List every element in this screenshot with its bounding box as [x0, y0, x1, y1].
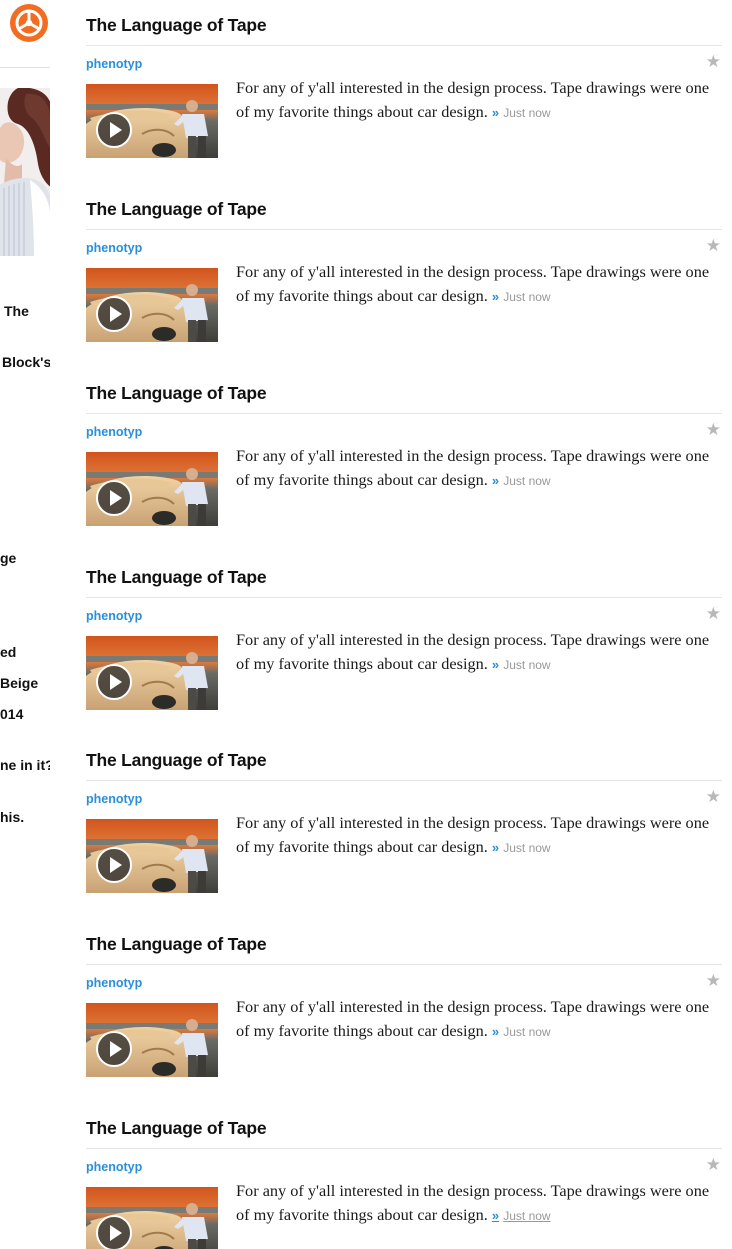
read-more-link[interactable]: »	[492, 1024, 499, 1039]
brand-logo-icon[interactable]	[9, 3, 49, 43]
post-card: The Language of Tape phenotyp ★ For any …	[86, 368, 722, 548]
play-icon[interactable]	[96, 1031, 132, 1067]
post-text: For any of y'all interested in the desig…	[236, 444, 722, 493]
star-icon[interactable]: ★	[706, 972, 721, 990]
post-title[interactable]: The Language of Tape	[86, 199, 267, 220]
video-thumbnail[interactable]	[86, 452, 218, 526]
read-more-link[interactable]: »	[492, 840, 499, 855]
post-divider	[86, 1148, 722, 1149]
post-body: For any of y'all interested in the desig…	[236, 997, 710, 1040]
read-more-link[interactable]: »	[492, 289, 499, 304]
post-timestamp[interactable]: Just now	[503, 474, 550, 488]
post-title[interactable]: The Language of Tape	[86, 1118, 267, 1139]
post-title[interactable]: The Language of Tape	[86, 567, 267, 588]
read-more-link[interactable]: »	[492, 1208, 499, 1223]
post-author-link[interactable]: phenotyp	[86, 241, 142, 255]
play-icon[interactable]	[96, 664, 132, 700]
read-more-link[interactable]: »	[492, 105, 499, 120]
post-card: The Language of Tape phenotyp ★ For any …	[86, 1103, 722, 1249]
video-thumbnail[interactable]	[86, 819, 218, 893]
video-thumbnail[interactable]	[86, 1003, 218, 1077]
sidebar: The Block's ge ed Beige 014 ne in it? hi…	[0, 0, 50, 1249]
post-timestamp[interactable]: Just now	[503, 658, 550, 672]
post-body: For any of y'all interested in the desig…	[236, 1181, 710, 1224]
sidebar-text-fragment[interactable]: ed	[0, 644, 16, 660]
sidebar-text-fragment[interactable]: Beige	[0, 675, 38, 691]
sidebar-text-fragment[interactable]: Block's	[2, 354, 50, 370]
post-title[interactable]: The Language of Tape	[86, 15, 267, 36]
star-icon[interactable]: ★	[706, 421, 721, 439]
post-title[interactable]: The Language of Tape	[86, 383, 267, 404]
sidebar-text-fragment[interactable]: ne in it?	[0, 757, 50, 773]
post-card: The Language of Tape phenotyp ★ For any …	[86, 919, 722, 1099]
star-icon[interactable]: ★	[706, 53, 721, 71]
post-divider	[86, 597, 722, 598]
post-card: The Language of Tape phenotyp ★ For any …	[86, 735, 722, 915]
post-body: For any of y'all interested in the desig…	[236, 813, 710, 856]
post-timestamp[interactable]: Just now	[503, 1025, 550, 1039]
star-icon[interactable]: ★	[706, 788, 721, 806]
sidebar-text-fragment[interactable]: his.	[0, 809, 24, 825]
post-title[interactable]: The Language of Tape	[86, 750, 267, 771]
sidebar-text-fragment[interactable]: The	[4, 303, 29, 319]
sidebar-text-fragment[interactable]: ge	[0, 550, 16, 566]
post-author-link[interactable]: phenotyp	[86, 1160, 142, 1174]
play-icon[interactable]	[96, 112, 132, 148]
post-text: For any of y'all interested in the desig…	[236, 1179, 722, 1228]
post-text: For any of y'all interested in the desig…	[236, 76, 722, 125]
post-card: The Language of Tape phenotyp ★ For any …	[86, 184, 722, 364]
sidebar-divider	[0, 67, 50, 68]
post-divider	[86, 229, 722, 230]
post-timestamp[interactable]: Just now	[503, 841, 550, 855]
post-author-link[interactable]: phenotyp	[86, 425, 142, 439]
post-text: For any of y'all interested in the desig…	[236, 811, 722, 860]
play-icon[interactable]	[96, 480, 132, 516]
post-body: For any of y'all interested in the desig…	[236, 446, 710, 489]
post-timestamp[interactable]: Just now	[503, 290, 550, 304]
post-author-link[interactable]: phenotyp	[86, 57, 142, 71]
play-icon[interactable]	[96, 296, 132, 332]
post-divider	[86, 45, 722, 46]
star-icon[interactable]: ★	[706, 605, 721, 623]
post-author-link[interactable]: phenotyp	[86, 976, 142, 990]
star-icon[interactable]: ★	[706, 1156, 721, 1174]
post-text: For any of y'all interested in the desig…	[236, 995, 722, 1044]
post-author-link[interactable]: phenotyp	[86, 609, 142, 623]
play-icon[interactable]	[96, 847, 132, 883]
post-divider	[86, 780, 722, 781]
post-body: For any of y'all interested in the desig…	[236, 630, 710, 673]
post-text: For any of y'all interested in the desig…	[236, 260, 722, 309]
read-more-link[interactable]: »	[492, 473, 499, 488]
video-thumbnail[interactable]	[86, 84, 218, 158]
post-body: For any of y'all interested in the desig…	[236, 78, 710, 121]
post-divider	[86, 413, 722, 414]
post-card: The Language of Tape phenotyp ★ For any …	[86, 0, 722, 180]
post-text: For any of y'all interested in the desig…	[236, 628, 722, 677]
star-icon[interactable]: ★	[706, 237, 721, 255]
post-author-link[interactable]: phenotyp	[86, 792, 142, 806]
play-icon[interactable]	[96, 1215, 132, 1249]
post-card: The Language of Tape phenotyp ★ For any …	[86, 552, 722, 732]
read-more-link[interactable]: »	[492, 657, 499, 672]
post-timestamp[interactable]: Just now	[503, 1209, 550, 1223]
post-title[interactable]: The Language of Tape	[86, 934, 267, 955]
video-thumbnail[interactable]	[86, 636, 218, 710]
post-body: For any of y'all interested in the desig…	[236, 262, 710, 305]
sidebar-feature-image[interactable]	[0, 88, 50, 256]
post-timestamp[interactable]: Just now	[503, 106, 550, 120]
video-thumbnail[interactable]	[86, 268, 218, 342]
post-divider	[86, 964, 722, 965]
sidebar-text-fragment[interactable]: 014	[0, 706, 23, 722]
video-thumbnail[interactable]	[86, 1187, 218, 1249]
